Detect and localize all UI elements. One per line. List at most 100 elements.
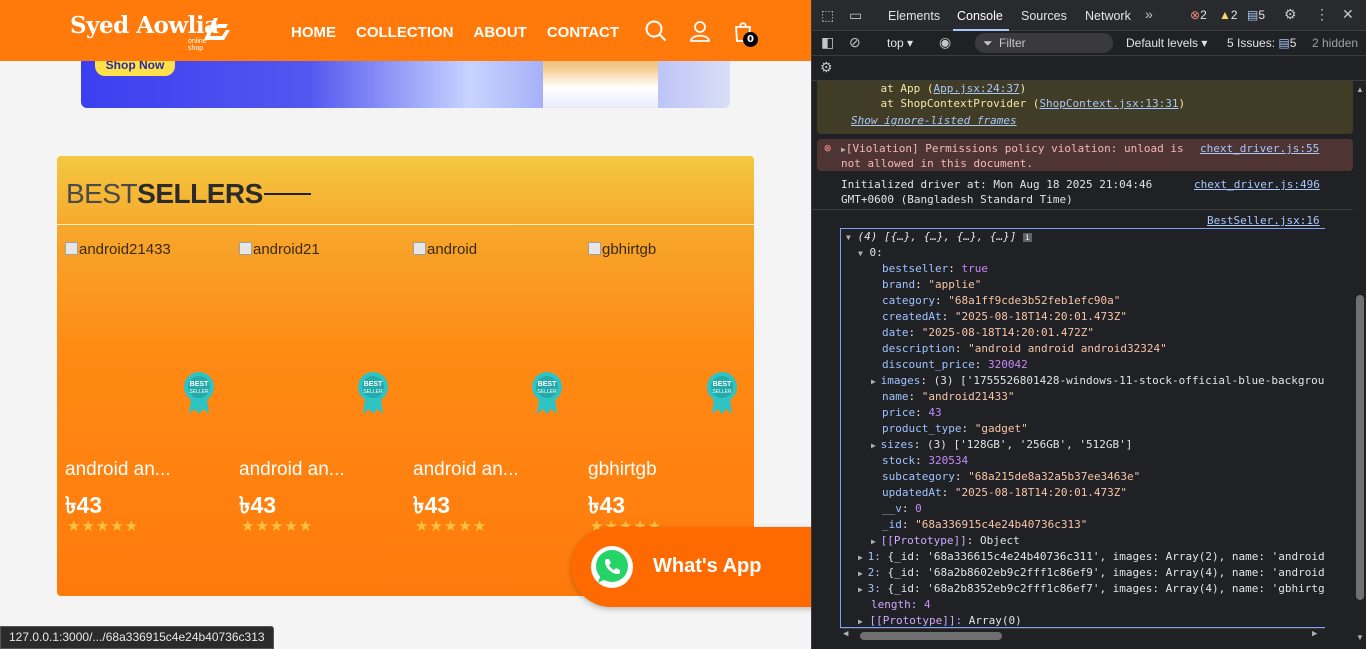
stack-link[interactable]: ShopContext.jsx:13:31 (1039, 97, 1178, 110)
logo-text: Syed Aowlia (70, 12, 219, 39)
issues-button[interactable]: 5 Issues: ▤5 (1227, 36, 1296, 50)
vertical-scrollbar[interactable]: ▲ ▼ (1353, 81, 1366, 649)
broken-image-icon (239, 242, 252, 255)
product-card[interactable]: android21433 BEST SELLER android an... ৳4… (65, 241, 225, 541)
product-image-broken[interactable]: gbhirtgb (588, 241, 718, 259)
stack-link[interactable]: App.jsx:24:37 (933, 82, 1019, 95)
object-field[interactable]: ▶ [[Prototype]]: Object (871, 533, 1020, 549)
array-summary: (4) [{…}, {…}, {…}, {…}] (857, 230, 1017, 243)
error-source-link[interactable]: chext_driver.js:55 (1200, 141, 1319, 156)
error-count[interactable]: ⊗2 (1190, 8, 1207, 22)
product-name[interactable]: android an... (239, 459, 345, 481)
log-levels-dropdown[interactable]: Default levels ▾ (1126, 36, 1207, 50)
field-colon: : (901, 518, 916, 531)
expand-triangle-icon[interactable]: ▶ (871, 441, 881, 450)
log-source-link[interactable]: BestSeller.jsx:16 (1207, 213, 1320, 228)
live-expression-eye-icon[interactable]: ◉ (939, 34, 951, 51)
filter-placeholder: Filter (999, 36, 1026, 50)
more-tabs-icon[interactable]: » (1145, 6, 1153, 22)
field-value: "68a336915c4e24b40736c313" (915, 518, 1088, 531)
field-key: bestseller (882, 262, 949, 275)
field-colon: : (908, 390, 922, 403)
nav-home[interactable]: HOME (291, 24, 336, 41)
device-toolbar-icon[interactable]: ▭ (849, 7, 862, 24)
close-devtools-icon[interactable]: ✕ (1342, 6, 1354, 23)
field-colon: : (941, 310, 955, 323)
expand-triangle-icon[interactable]: ▶ (858, 569, 868, 578)
message-count[interactable]: ▤5 (1247, 8, 1265, 22)
issues-icon: ▤ (1278, 36, 1290, 50)
product-name[interactable]: android an... (65, 459, 171, 481)
array-prototype[interactable]: ▶ [[Prototype]]: Array(0) (858, 613, 1022, 627)
prototype-value: Array(0) (968, 614, 1022, 627)
message-icon: ▤ (1247, 8, 1259, 22)
product-image-broken[interactable]: android (413, 241, 543, 259)
object-field: description: "android android android323… (882, 341, 1167, 356)
product-image-broken[interactable]: android21433 (65, 241, 195, 259)
product-card[interactable]: android BEST SELLER android an... ৳43 ★★★… (413, 241, 573, 541)
field-key: category (882, 294, 935, 307)
scroll-down-icon[interactable]: ▼ (1356, 633, 1364, 642)
expand-triangle-icon[interactable]: ▶ (858, 585, 868, 594)
product-card[interactable]: android21 BEST SELLER android an... ৳43 ★… (239, 241, 399, 541)
inspect-element-icon[interactable]: ⬚ (821, 7, 834, 24)
collapse-triangle-icon[interactable]: ▼ (846, 233, 851, 242)
scroll-left-icon[interactable]: ◀ (843, 629, 848, 639)
array-header[interactable]: ▼ (4) [{…}, {…}, {…}, {…}] i (846, 229, 1032, 245)
user-icon[interactable] (689, 20, 711, 42)
info-source-link[interactable]: chext_driver.js:496 (1194, 177, 1320, 192)
whatsapp-button[interactable]: What's App (571, 527, 811, 607)
site-logo[interactable]: Syed Aowlia online shop (70, 12, 219, 52)
sidebar-toggle-icon[interactable]: ◧ (821, 34, 834, 51)
product-name[interactable]: gbhirtgb (588, 459, 657, 481)
object-field[interactable]: ▶ sizes: (3) ['128GB', '256GB', '512GB'] (871, 437, 1132, 453)
item-index: 2: (867, 566, 881, 579)
scroll-right-icon[interactable]: ▶ (1312, 629, 1317, 639)
object-field: stock: 320534 (882, 453, 968, 468)
field-key: stock (882, 454, 916, 467)
nav-collection[interactable]: COLLECTION (356, 24, 454, 41)
search-icon[interactable] (645, 20, 667, 42)
array-index-0[interactable]: ▼ 0: (858, 245, 883, 261)
product-name[interactable]: android an... (413, 459, 519, 481)
product-image-broken[interactable]: android21 (239, 241, 369, 259)
console-settings-icon[interactable]: ⚙ (820, 59, 833, 76)
object-field: _id: "68a336915c4e24b40736c313" (882, 517, 1087, 532)
object-field: name: "android21433" (882, 389, 1014, 404)
context-selector[interactable]: top ▾ (887, 36, 913, 50)
nav-about[interactable]: ABOUT (474, 24, 527, 41)
nav-contact[interactable]: CONTACT (547, 24, 619, 41)
more-options-icon[interactable]: ⋮ (1315, 6, 1329, 23)
object-field[interactable]: ▶ images: (3) ['1755526801428-windows-11… (871, 373, 1324, 389)
horizontal-scrollbar[interactable]: ◀ ▶ (840, 628, 1325, 642)
tab-console[interactable]: Console (957, 9, 1003, 23)
object-field: discount_price: 320042 (882, 357, 1028, 372)
console-filter-input[interactable]: ⏷ Filter (975, 33, 1113, 53)
array-item-row[interactable]: ▶ 3: {_id: '68a2b8352eb9c2fff1c86ef7', i… (858, 581, 1325, 597)
expand-triangle-icon[interactable]: ▶ (858, 553, 868, 562)
vertical-scroll-thumb[interactable] (1356, 295, 1364, 600)
expand-triangle-icon[interactable]: ▶ (858, 617, 863, 626)
clear-console-icon[interactable]: ⊘ (849, 34, 861, 51)
expand-triangle-icon[interactable]: ▶ (871, 377, 881, 386)
tab-network[interactable]: Network (1085, 9, 1131, 23)
field-colon: : (954, 470, 969, 483)
settings-gear-icon[interactable]: ⚙ (1284, 6, 1297, 23)
tab-elements[interactable]: Elements (888, 9, 940, 23)
warning-count[interactable]: ▲2 (1219, 8, 1238, 22)
scroll-up-icon[interactable]: ▲ (1356, 85, 1364, 94)
tab-sources[interactable]: Sources (1021, 9, 1067, 23)
best-seller-badge-icon: BESTSELLER (358, 372, 388, 414)
horizontal-scroll-thumb[interactable] (860, 632, 1002, 640)
product-card[interactable]: gbhirtgb BEST SELLER gbhirtgb ৳43 ★★★★★ (588, 241, 748, 541)
show-ignore-listed-frames-link[interactable]: Show ignore-listed frames (851, 113, 1017, 128)
expand-triangle-icon[interactable]: ▶ (871, 537, 881, 546)
array-item-row[interactable]: ▶ 2: {_id: '68a2b8602eb9c2fff1c86ef9', i… (858, 565, 1325, 581)
field-colon: : (915, 278, 929, 291)
collapse-triangle-icon[interactable]: ▼ (858, 249, 863, 258)
link-status-url: 127.0.0.1:3000/.../68a336915c4e24b40736c… (0, 626, 274, 649)
object-field: brand: "applie" (882, 277, 981, 292)
field-colon: : (901, 502, 916, 515)
svg-text:BEST: BEST (190, 381, 209, 388)
array-item-row[interactable]: ▶ 1: {_id: '68a336615c4e24b40736c311', i… (858, 549, 1325, 565)
